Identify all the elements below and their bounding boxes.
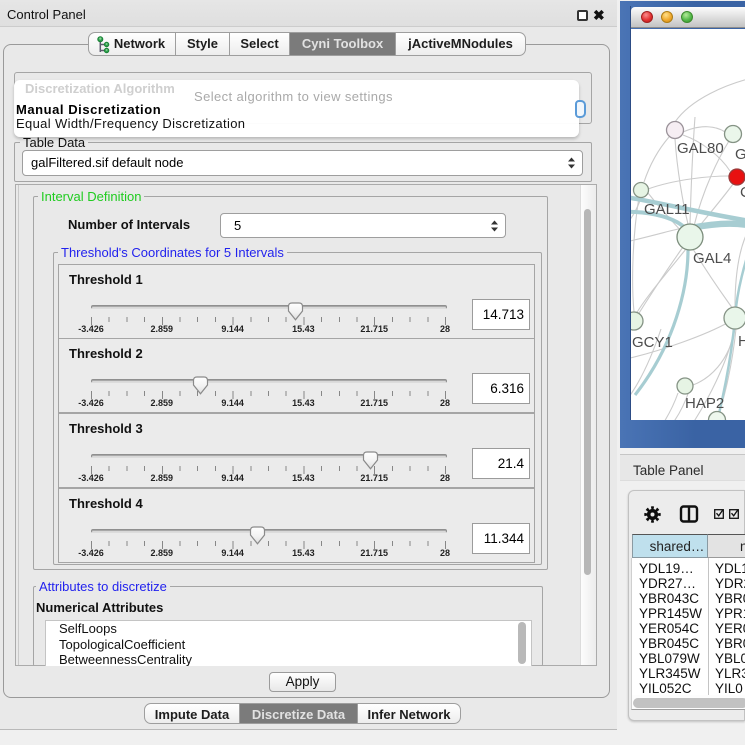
svg-text:GAL80: GAL80 [677,140,724,157]
svg-text:GA: GA [735,146,745,163]
svg-text:H: H [738,333,745,350]
svg-text:C: C [740,184,745,201]
svg-text:GAL4: GAL4 [693,250,731,267]
svg-text:GAL11: GAL11 [644,201,690,218]
svg-text:HAP2: HAP2 [685,395,724,412]
svg-text:GCY1: GCY1 [632,334,673,351]
